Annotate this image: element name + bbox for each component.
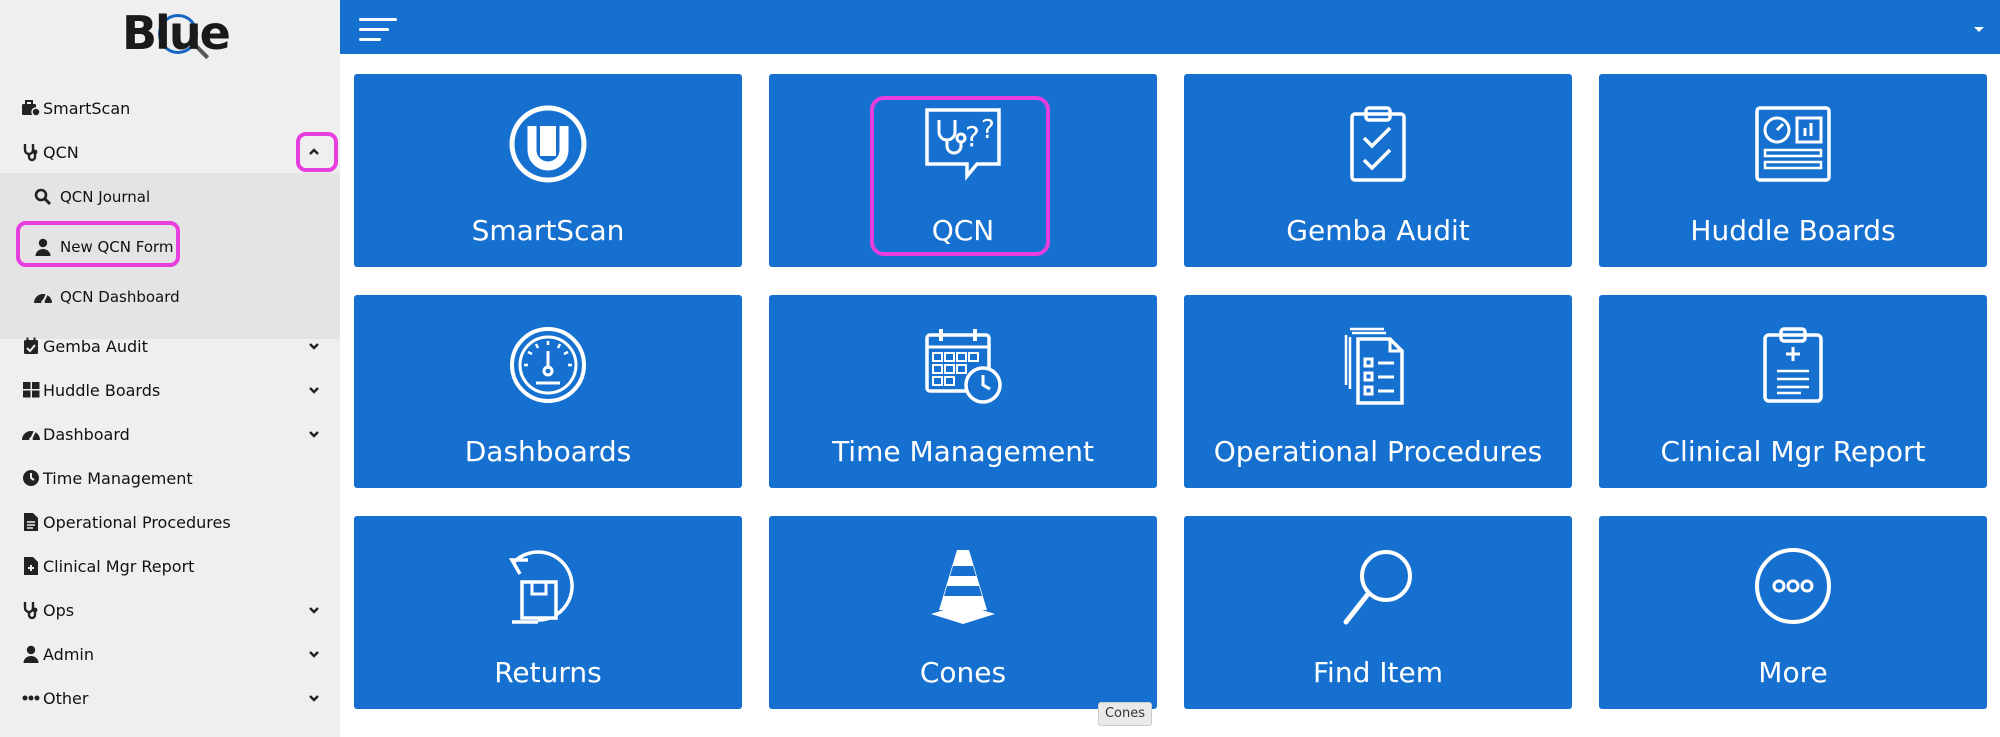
chevron-down-icon[interactable] <box>306 426 322 442</box>
tile-label: SmartScan <box>471 214 625 247</box>
tile-returns[interactable]: Returns <box>354 516 742 709</box>
sidebar-subitem-qcn-dashboard[interactable]: QCN Dashboard <box>0 277 340 317</box>
grid-icon <box>20 379 42 401</box>
sidebar-item-other[interactable]: Other <box>0 678 340 718</box>
sidebar-subitem-qcn-journal[interactable]: QCN Journal <box>0 177 340 217</box>
tooltip-cones: Cones <box>1098 702 1152 726</box>
file-medical-icon <box>20 555 42 577</box>
sidebar-item-label: Gemba Audit <box>43 336 148 356</box>
sidebar-item-label: Time Management <box>43 468 193 488</box>
tile-label: Operational Procedures <box>1213 435 1543 468</box>
tile-qcn[interactable]: ?? QCN <box>769 74 1157 267</box>
tile-find-item[interactable]: Find Item <box>1184 516 1572 709</box>
tile-time-management[interactable]: Time Management <box>769 295 1157 488</box>
sidebar-item-label: Admin <box>43 644 94 664</box>
sidebar-subitem-label: QCN Journal <box>60 188 151 206</box>
tile-gemba-audit[interactable]: Gemba Audit <box>1184 74 1572 267</box>
briefcase-icon <box>20 97 42 119</box>
tile-label: Clinical Mgr Report <box>1660 435 1926 468</box>
stethoscope-icon <box>20 599 42 621</box>
calendar-clock-icon <box>923 325 1003 405</box>
return-box-icon <box>508 546 588 626</box>
sidebar-item-qcn[interactable]: QCN <box>0 132 340 172</box>
sidebar-item-label: Other <box>43 688 89 708</box>
sidebar: Blue SmartScan QCN QCN Journal New QCN F… <box>0 0 340 737</box>
sidebar-item-label: Ops <box>43 600 75 620</box>
magnifier-icon <box>1338 546 1418 626</box>
tile-label: Find Item <box>1312 656 1443 689</box>
sidebar-item-dashboard[interactable]: Dashboard <box>0 414 340 454</box>
stethoscope-icon <box>20 141 42 163</box>
traffic-cone-icon <box>923 546 1003 626</box>
file-icon <box>20 511 42 533</box>
top-header-bar <box>340 0 2000 54</box>
medical-clipboard-icon <box>1753 325 1833 405</box>
gauge-icon <box>20 423 42 445</box>
tile-clinical-mgr-report[interactable]: Clinical Mgr Report <box>1599 295 1987 488</box>
chevron-down-icon[interactable] <box>306 646 322 662</box>
sidebar-item-clinical-mgr-report[interactable]: Clinical Mgr Report <box>0 546 340 586</box>
sidebar-item-label: QCN <box>43 142 79 162</box>
sidebar-item-label: SmartScan <box>43 98 131 118</box>
tile-operational-procedures[interactable]: Operational Procedures <box>1184 295 1572 488</box>
tile-label: Time Management <box>832 435 1094 468</box>
logo-text: Blue <box>122 6 231 60</box>
chevron-down-icon[interactable] <box>306 338 322 354</box>
sidebar-item-gemba-audit[interactable]: Gemba Audit <box>0 326 340 366</box>
clock-icon <box>20 467 42 489</box>
board-icon <box>1753 104 1833 184</box>
caret-down-icon[interactable] <box>1972 22 1986 36</box>
new-qcn-form-highlight <box>16 221 180 267</box>
tile-dashboards[interactable]: Dashboards <box>354 295 742 488</box>
sidebar-item-admin[interactable]: Admin <box>0 634 340 674</box>
sidebar-item-label: Operational Procedures <box>43 512 231 532</box>
sidebar-item-ops[interactable]: Ops <box>0 590 340 630</box>
tile-cones[interactable]: Cones <box>769 516 1157 709</box>
sidebar-item-label: Huddle Boards <box>43 380 161 400</box>
chevron-down-icon[interactable] <box>306 602 322 618</box>
gauge-icon <box>32 286 54 308</box>
sidebar-item-smartscan[interactable]: SmartScan <box>0 88 340 128</box>
qcn-tile-highlight <box>870 96 1050 256</box>
chevron-down-icon[interactable] <box>306 382 322 398</box>
more-circle-icon <box>1753 546 1833 626</box>
chevron-down-icon[interactable] <box>306 690 322 706</box>
sidebar-item-operational-procedures[interactable]: Operational Procedures <box>0 502 340 542</box>
tile-label: Dashboards <box>464 435 632 468</box>
tile-label: Gemba Audit <box>1286 214 1470 247</box>
hamburger-menu-icon[interactable] <box>359 18 397 42</box>
clipboard-check-icon <box>1338 104 1418 184</box>
ellipsis-icon <box>20 687 42 709</box>
sidebar-item-label: Dashboard <box>43 424 130 444</box>
tile-more[interactable]: More <box>1599 516 1987 709</box>
sidebar-subitem-label: QCN Dashboard <box>60 288 180 306</box>
tile-huddle-boards[interactable]: Huddle Boards <box>1599 74 1987 267</box>
tile-label: More <box>1758 656 1828 689</box>
sidebar-item-huddle-boards[interactable]: Huddle Boards <box>0 370 340 410</box>
sidebar-item-label: Clinical Mgr Report <box>43 556 195 576</box>
app-logo[interactable]: Blue <box>122 6 231 66</box>
gauge-icon <box>508 325 588 405</box>
tile-label: Returns <box>494 656 602 689</box>
user-icon <box>20 643 42 665</box>
tile-smartscan[interactable]: SmartScan <box>354 74 742 267</box>
search-icon <box>32 186 54 208</box>
tile-label: Huddle Boards <box>1690 214 1896 247</box>
smartscan-logo-icon <box>508 104 588 184</box>
sidebar-item-time-management[interactable]: Time Management <box>0 458 340 498</box>
documents-icon <box>1338 325 1418 405</box>
calendar-check-icon <box>20 335 42 357</box>
tile-label: Cones <box>919 656 1007 689</box>
qcn-chevron-highlight <box>296 132 338 172</box>
